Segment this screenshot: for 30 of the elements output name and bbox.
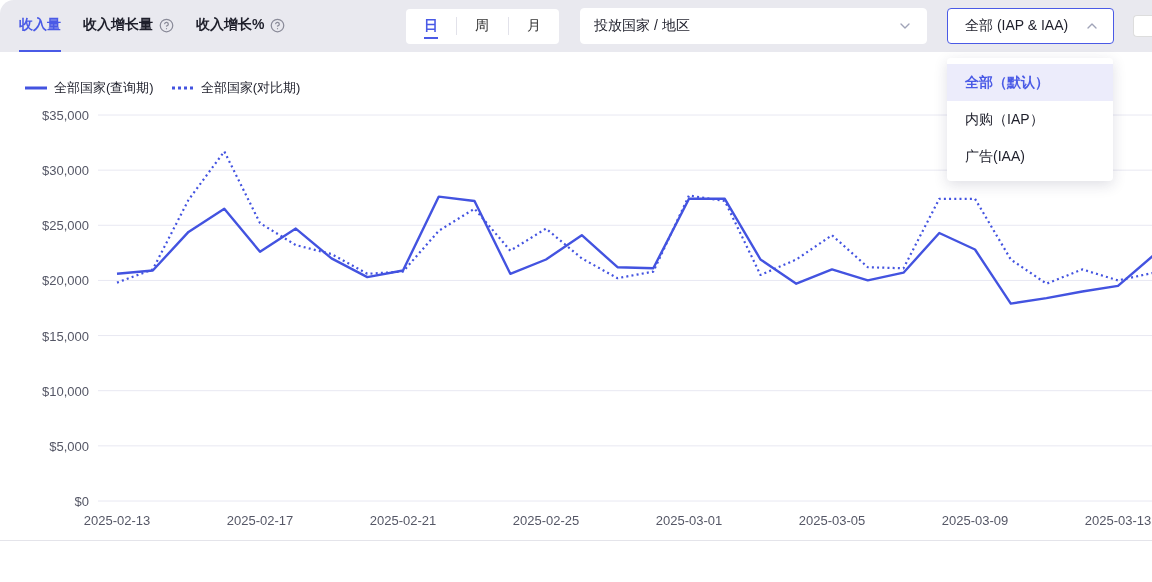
y-axis-label: $10,000 — [42, 383, 89, 399]
x-axis-label: 2025-03-13 — [1084, 513, 1152, 528]
dropdown-option[interactable]: 全部（默认） — [947, 64, 1113, 101]
metric-tab[interactable]: 收入量 — [19, 0, 61, 52]
country-select[interactable]: 投放国家 / 地区 — [580, 8, 927, 44]
y-axis-label: $30,000 — [42, 163, 89, 179]
y-axis-label: $25,000 — [42, 218, 89, 234]
x-axis-label: 2025-02-17 — [226, 513, 294, 528]
x-axis-label: 2025-03-05 — [798, 513, 866, 528]
x-axis-label: 2025-03-09 — [941, 513, 1009, 528]
legend-label: 全部国家(查询期) — [54, 79, 154, 97]
y-axis-label: $0 — [74, 494, 89, 509]
granularity-option[interactable]: 周 — [475, 17, 490, 39]
x-axis-label: 2025-03-01 — [655, 513, 723, 528]
legend-label: 全部国家(对比期) — [200, 79, 301, 97]
checkbox[interactable] — [1133, 15, 1152, 37]
x-axis-label: 2025-02-21 — [369, 513, 437, 528]
dropdown-option[interactable]: 内购（IAP） — [947, 101, 1113, 138]
x-axis-label: 2025-02-25 — [512, 513, 580, 528]
y-axis-label: $20,000 — [42, 273, 89, 289]
y-axis-label: $35,000 — [42, 108, 89, 123]
y-axis-label: $5,000 — [49, 438, 89, 454]
revenue-type-select[interactable]: 全部 (IAP & IAA) — [947, 8, 1114, 44]
metric-tab[interactable]: 收入增长% — [196, 0, 286, 52]
y-axis-label: $15,000 — [42, 328, 89, 344]
granularity-option[interactable]: 月 — [526, 17, 541, 39]
granularity-option[interactable]: 日 — [424, 17, 439, 39]
metric-tab[interactable]: 收入增长量 — [83, 0, 174, 52]
dropdown-option[interactable]: 广告(IAA) — [947, 138, 1113, 175]
x-axis-label: 2025-02-13 — [83, 513, 151, 528]
